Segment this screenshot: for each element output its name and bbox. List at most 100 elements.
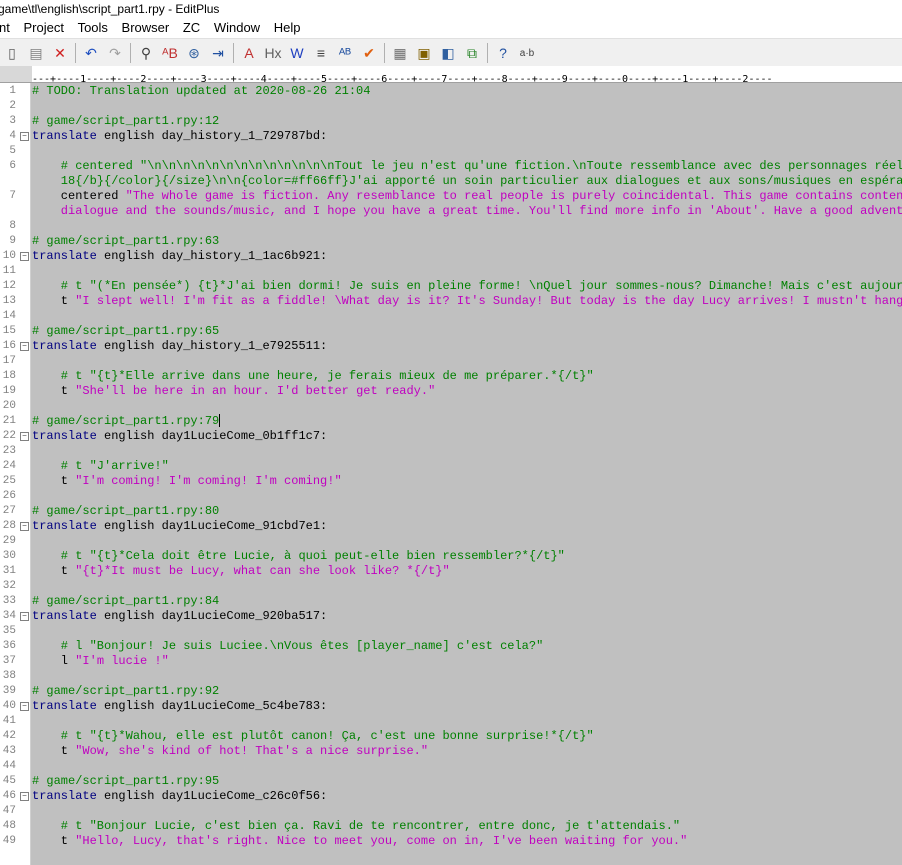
code-line[interactable]: 41 [0, 714, 902, 729]
code-line[interactable]: 42 # t "{t}*Wahou, elle est plutôt canon… [0, 729, 902, 744]
code-line[interactable]: 26 [0, 489, 902, 504]
fold-toggle-icon[interactable]: − [20, 702, 29, 711]
code-line[interactable]: 14 [0, 309, 902, 324]
code-line[interactable]: 30 # t "{t}*Cela doit être Lucie, à quoi… [0, 549, 902, 564]
code-line[interactable]: 40− translate english day1LucieCome_5c4be… [0, 699, 902, 714]
line-number: 23 [2, 445, 16, 457]
fold-toggle-icon[interactable]: − [20, 522, 29, 531]
code-line[interactable]: 33 # game/script_part1.rpy:84 [0, 594, 902, 609]
view-icon[interactable]: ▦ [389, 42, 411, 64]
fold-toggle-icon[interactable]: − [20, 612, 29, 621]
code-line[interactable]: 39 # game/script_part1.rpy:92 [0, 684, 902, 699]
fold-toggle-icon[interactable]: − [20, 132, 29, 141]
new-file-icon[interactable]: ▯ [1, 42, 23, 64]
code-line[interactable]: 45 # game/script_part1.rpy:95 [0, 774, 902, 789]
menu-window[interactable]: Window [209, 18, 265, 38]
code-line[interactable]: 21 # game/script_part1.rpy:79 [0, 414, 902, 429]
code-line[interactable]: 13 t "I slept well! I'm fit as a fiddle!… [0, 294, 902, 309]
code-line[interactable]: 36 # l "Bonjour! Je suis Luciee.\nVous ê… [0, 639, 902, 654]
code-line[interactable]: 17 [0, 354, 902, 369]
code-line[interactable]: 8 [0, 219, 902, 234]
code-line[interactable]: 4− translate english day_history_1_729787… [0, 129, 902, 144]
code-line[interactable]: 44 [0, 759, 902, 774]
menu-project[interactable]: Project [18, 18, 68, 38]
close-icon[interactable]: ✕ [49, 42, 71, 64]
fold-toggle-icon[interactable]: − [20, 792, 29, 801]
help-icon[interactable]: ? [492, 42, 514, 64]
menu-zc[interactable]: ZC [178, 18, 205, 38]
code-line[interactable]: 35 [0, 624, 902, 639]
paste-icon[interactable]: ▤ [25, 42, 47, 64]
browser-icon[interactable]: ◧ [437, 42, 459, 64]
code-line[interactable]: 3 # game/script_part1.rpy:12 [0, 114, 902, 129]
menu-document[interactable]: nt [0, 18, 15, 38]
fold-toggle-icon[interactable]: − [20, 342, 29, 351]
code-line[interactable]: 49 t "Hello, Lucy, that's right. Nice to… [0, 834, 902, 849]
code-line[interactable]: 32 [0, 579, 902, 594]
code-line[interactable]: dialogue and the sounds/music, and I hop… [0, 204, 902, 219]
code-line[interactable]: 31 t "{t}*It must be Lucy, what can she … [0, 564, 902, 579]
code-line[interactable]: 24 # t "J'arrive!" [0, 459, 902, 474]
find-in-files-icon[interactable]: ⊛ [183, 42, 205, 64]
code-line[interactable]: 48 # t "Bonjour Lucie, c'est bien ça. Ra… [0, 819, 902, 834]
code-line[interactable]: 46− translate english day1LucieCome_c26c0… [0, 789, 902, 804]
code-line[interactable]: 6 # centered "\n\n\n\n\n\n\n\n\n\n\n\n\n… [0, 159, 902, 174]
code-text: # l "Bonjour! Je suis Luciee.\nVous êtes… [32, 639, 544, 654]
spell-icon[interactable]: a·b [516, 42, 538, 64]
indent-icon[interactable]: ≡ [310, 42, 332, 64]
window-icon[interactable]: ⧉ [461, 42, 483, 64]
code-line[interactable]: 11 [0, 264, 902, 279]
check-icon[interactable]: ✔ [358, 42, 380, 64]
font-icon[interactable]: A [238, 42, 260, 64]
menu-tools[interactable]: Tools [73, 18, 113, 38]
code-line[interactable]: 19 t "She'll be here in an hour. I'd bet… [0, 384, 902, 399]
undo-icon[interactable]: ↶ [80, 42, 102, 64]
code-line[interactable]: 1 # TODO: Translation updated at 2020-08-… [0, 84, 902, 99]
code-line[interactable]: 5 [0, 144, 902, 159]
code-line[interactable]: 27 # game/script_part1.rpy:80 [0, 504, 902, 519]
code-line[interactable]: 23 [0, 444, 902, 459]
code-line[interactable]: 18 # t "{t}*Elle arrive dans une heure, … [0, 369, 902, 384]
line-number: 1 [9, 85, 16, 97]
code-line[interactable]: 22− translate english day1LucieCome_0b1ff… [0, 429, 902, 444]
menu-help[interactable]: Help [269, 18, 306, 38]
code-line[interactable]: 20 [0, 399, 902, 414]
code-line[interactable]: 16− translate english day_history_1_e7925… [0, 339, 902, 354]
code-line[interactable]: 9 # game/script_part1.rpy:63 [0, 234, 902, 249]
code-line[interactable]: 43 t "Wow, she's kind of hot! That's a n… [0, 744, 902, 759]
line-number: 19 [2, 385, 16, 397]
code-line[interactable]: 7 centered "The whole game is fiction. A… [0, 189, 902, 204]
code-line[interactable]: 47 [0, 804, 902, 819]
fold-toggle-icon[interactable]: − [20, 432, 29, 441]
word-wrap-icon[interactable]: W [286, 42, 308, 64]
code-line[interactable]: 34− translate english day1LucieCome_920ba… [0, 609, 902, 624]
fold-toggle-icon[interactable]: − [20, 252, 29, 261]
line-number: 11 [2, 265, 16, 277]
menu-browser[interactable]: Browser [117, 18, 175, 38]
keyword-token: translate [32, 519, 97, 533]
code-line[interactable]: 38 [0, 669, 902, 684]
code-line[interactable]: 18{/b}{/color}{/size}\n\n{color=#ff66ff}… [0, 174, 902, 189]
hex-icon[interactable]: Hx [262, 42, 284, 64]
code-line[interactable]: 37 l "I'm lucie !" [0, 654, 902, 669]
line-number: 45 [2, 775, 16, 787]
layout-icon[interactable]: ▣ [413, 42, 435, 64]
code-line[interactable]: 10− translate english day_history_1_1ac6b… [0, 249, 902, 264]
goto-icon[interactable]: ⇥ [207, 42, 229, 64]
replace-icon[interactable]: ᴬB [159, 42, 181, 64]
line-number: 33 [2, 595, 16, 607]
code-line[interactable]: 12 # t "(*En pensée*) {t}*J'ai bien dorm… [0, 279, 902, 294]
editor[interactable]: 1 # TODO: Translation updated at 2020-08-… [0, 83, 902, 865]
spell-abc-icon[interactable]: ᴬᴮ [334, 42, 356, 64]
code-text: # t "{t}*Elle arrive dans une heure, je … [32, 369, 594, 384]
find-icon[interactable]: ⚲ [135, 42, 157, 64]
code-line[interactable]: 2 [0, 99, 902, 114]
code-line[interactable]: 29 [0, 534, 902, 549]
line-number: 16 [2, 340, 16, 352]
redo-icon[interactable]: ↷ [104, 42, 126, 64]
toolbar-separator [130, 43, 131, 63]
code-line[interactable]: 15 # game/script_part1.rpy:65 [0, 324, 902, 339]
code-line[interactable]: 28− translate english day1LucieCome_91cbd… [0, 519, 902, 534]
comment-token: # l "Bonjour! Je suis Luciee.\nVous êtes… [32, 639, 544, 653]
code-line[interactable]: 25 t "I'm coming! I'm coming! I'm coming… [0, 474, 902, 489]
